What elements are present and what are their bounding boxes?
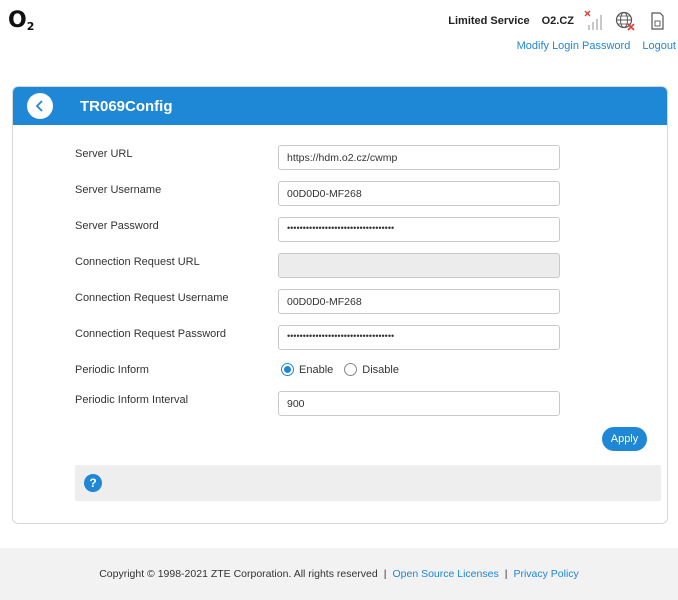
open-source-licenses-link[interactable]: Open Source Licenses — [392, 568, 498, 580]
disable-radio[interactable] — [344, 363, 358, 376]
page: O2 Limited Service O2.CZ Modify Login Pa… — [0, 0, 678, 600]
periodic-inform-interval-label: Periodic Inform Interval — [75, 394, 189, 406]
server-url-label: Server URL — [75, 148, 133, 160]
logout-link[interactable]: Logout — [642, 40, 676, 52]
server-url-input[interactable]: https://hdm.o2.cz/cwmp — [278, 145, 560, 170]
page-title: TR069Config — [80, 97, 173, 115]
status-bar: Limited Service O2.CZ — [448, 10, 668, 32]
modify-login-password-link[interactable]: Modify Login Password — [517, 40, 631, 52]
row-connection-request-password: Connection Request Password ••••••••••••… — [75, 325, 655, 351]
footer-separator-2: | — [504, 568, 508, 580]
logo-main: O — [8, 8, 27, 33]
server-password-label: Server Password — [75, 220, 159, 232]
service-status: Limited Service — [448, 15, 530, 27]
connection-request-url-label: Connection Request URL — [75, 256, 200, 268]
row-server-username: Server Username 00D0D0-MF268 — [75, 181, 655, 207]
row-periodic-inform-interval: Periodic Inform Interval 900 — [75, 391, 655, 417]
enable-radio[interactable] — [281, 363, 294, 376]
disable-label[interactable]: Disable — [362, 364, 399, 376]
sim-card-icon[interactable] — [646, 10, 668, 32]
copyright-text: Copyright © 1998-2021 ZTE Corporation. A… — [99, 568, 378, 580]
connection-request-url-input — [278, 253, 560, 278]
o2-logo: O2 — [8, 8, 35, 33]
tr069-config-panel: TR069Config Server URL https://hdm.o2.cz… — [12, 86, 668, 524]
periodic-inform-radio-group: Enable Disable — [278, 363, 407, 376]
connection-request-password-label: Connection Request Password — [75, 328, 227, 340]
periodic-inform-interval-input[interactable]: 900 — [278, 391, 560, 416]
periodic-inform-label: Periodic Inform — [75, 364, 149, 376]
connection-request-password-input[interactable]: •••••••••••••••••••••••••••••••••• — [278, 325, 560, 350]
footer: Copyright © 1998-2021 ZTE Corporation. A… — [0, 548, 678, 600]
connection-request-username-label: Connection Request Username — [75, 292, 229, 304]
operator-name: O2.CZ — [541, 15, 574, 27]
privacy-policy-link[interactable]: Privacy Policy — [513, 568, 578, 580]
footer-separator: | — [383, 568, 387, 580]
help-icon[interactable]: ? — [84, 474, 102, 492]
chevron-left-icon — [35, 100, 43, 112]
enable-label[interactable]: Enable — [299, 364, 333, 376]
no-signal-icon — [584, 10, 604, 32]
logo-sub: 2 — [26, 20, 35, 33]
row-periodic-inform: Periodic Inform Enable Disable — [75, 361, 655, 387]
row-server-url: Server URL https://hdm.o2.cz/cwmp — [75, 145, 655, 171]
server-username-input[interactable]: 00D0D0-MF268 — [278, 181, 560, 206]
header-links: Modify Login Password Logout — [517, 40, 676, 52]
connection-request-username-input[interactable]: 00D0D0-MF268 — [278, 289, 560, 314]
row-connection-request-url: Connection Request URL — [75, 253, 655, 279]
back-button[interactable] — [27, 93, 53, 119]
server-password-input[interactable]: •••••••••••••••••••••••••••••••••• — [278, 217, 560, 242]
globe-disconnected-icon[interactable] — [614, 10, 636, 32]
apply-button[interactable]: Apply — [602, 427, 647, 451]
help-box: ? — [75, 465, 661, 501]
row-connection-request-username: Connection Request Username 00D0D0-MF268 — [75, 289, 655, 315]
server-username-label: Server Username — [75, 184, 162, 196]
panel-header: TR069Config — [13, 87, 667, 125]
row-server-password: Server Password ••••••••••••••••••••••••… — [75, 217, 655, 243]
